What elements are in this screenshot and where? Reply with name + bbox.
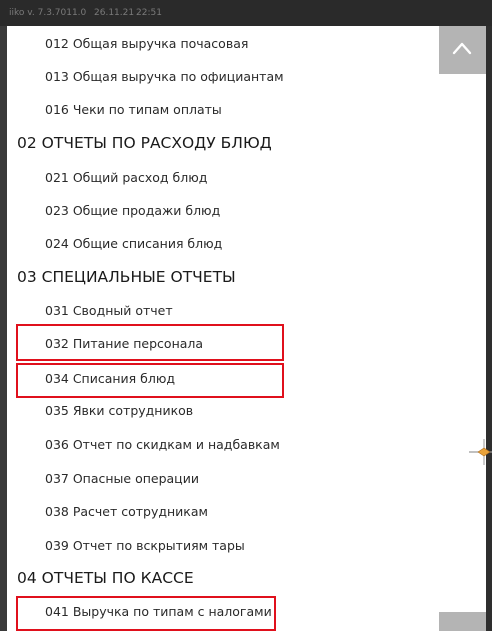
report-item-034[interactable]: 034 Списания блюд bbox=[45, 371, 175, 387]
drag-handle-icon[interactable] bbox=[469, 437, 492, 467]
report-item-016[interactable]: 016 Чеки по типам оплаты bbox=[45, 102, 222, 118]
chevron-up-icon bbox=[452, 42, 472, 55]
report-item-021[interactable]: 021 Общий расход блюд bbox=[45, 170, 207, 186]
report-item-037[interactable]: 037 Опасные операции bbox=[45, 471, 199, 487]
app-version: iiko v. 7.3.7011.0 bbox=[9, 8, 87, 18]
report-item-013[interactable]: 013 Общая выручка по официантам bbox=[45, 69, 284, 85]
scroll-bottom-button[interactable] bbox=[439, 612, 486, 631]
background-strip-right bbox=[486, 26, 492, 631]
report-item-036[interactable]: 036 Отчет по скидкам и надбавкам bbox=[45, 437, 280, 453]
section-title-04: 04 ОТЧЕТЫ ПО КАССЕ bbox=[17, 569, 194, 587]
section-title-03: 03 СПЕЦИАЛЬНЫЕ ОТЧЕТЫ bbox=[17, 268, 236, 286]
report-item-012[interactable]: 012 Общая выручка почасовая bbox=[45, 36, 248, 52]
scroll-top-button[interactable] bbox=[439, 26, 486, 74]
report-item-041[interactable]: 041 Выручка по типам с налогами bbox=[45, 604, 272, 620]
report-item-023[interactable]: 023 Общие продажи блюд bbox=[45, 203, 220, 219]
status-time: 22:51 bbox=[136, 8, 162, 18]
report-item-035[interactable]: 035 Явки сотрудников bbox=[45, 403, 193, 419]
report-item-031[interactable]: 031 Сводный отчет bbox=[45, 303, 173, 319]
report-item-039[interactable]: 039 Отчет по вскрытиям тары bbox=[45, 538, 245, 554]
section-title-02: 02 ОТЧЕТЫ ПО РАСХОДУ БЛЮД bbox=[17, 134, 272, 152]
app-window: iiko v. 7.3.7011.0 26.11.21 22:51 012 Об… bbox=[0, 0, 492, 631]
status-date: 26.11.21 bbox=[94, 8, 135, 18]
report-item-024[interactable]: 024 Общие списания блюд bbox=[45, 236, 222, 252]
report-list-panel: 012 Общая выручка почасовая 013 Общая вы… bbox=[7, 26, 486, 631]
report-item-038[interactable]: 038 Расчет сотрудникам bbox=[45, 504, 208, 520]
report-item-032[interactable]: 032 Питание персонала bbox=[45, 336, 203, 352]
background-strip-left bbox=[0, 26, 7, 631]
status-bar: iiko v. 7.3.7011.0 26.11.21 22:51 bbox=[0, 0, 492, 26]
